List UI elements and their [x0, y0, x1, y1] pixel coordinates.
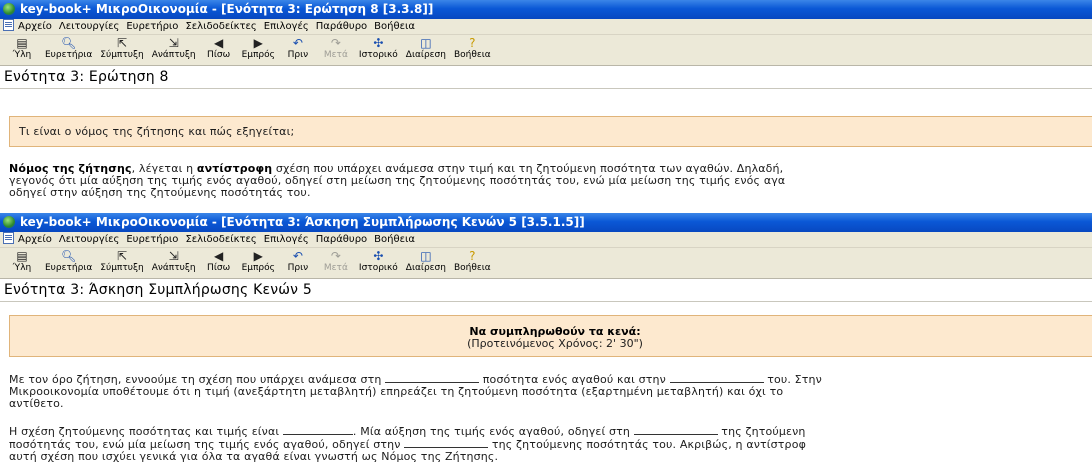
- window-title: key-book+ ΜικροΟικονομία - [Ενότητα 3: Ε…: [20, 2, 434, 16]
- toolbar-button-help[interactable]: ? Βοήθεια: [451, 35, 494, 62]
- question-box: Τι είναι ο νόμος της ζήτησης και πώς εξη…: [9, 116, 1092, 147]
- help-icon: ?: [469, 36, 476, 50]
- menu-window[interactable]: Παράθυρο: [316, 232, 367, 247]
- redo-icon: ↷: [330, 249, 341, 263]
- toolbar-button-expand[interactable]: ⇲ Ανάπτυξη: [149, 248, 199, 275]
- toolbar-button-split[interactable]: ◫ Διαίρεση: [403, 248, 449, 275]
- title-bar[interactable]: key-book+ ΜικροΟικονομία - [Ενότητα 3: Ε…: [0, 0, 1092, 19]
- toolbar: ▤ Ύλη 🔍︎ Ευρετήρια ⇱ Σύμπτυξη ⇲ Ανάπτυξη ◀ Πί…: [0, 248, 1092, 279]
- window-fill-blanks-5: key-book+ ΜικροΟικονομία - [Ενότητα 3: Ά…: [0, 213, 1092, 467]
- book-icon: ▤: [16, 36, 28, 50]
- menu-file[interactable]: Αρχείο: [18, 232, 52, 247]
- toolbar-button-indexes[interactable]: 🔍︎ Ευρετήρια: [42, 35, 95, 62]
- question-text: Τι είναι ο νόμος της ζήτησης και πώς εξη…: [19, 125, 295, 138]
- toolbar-button-collapse[interactable]: ⇱ Σύμπτυξη: [97, 35, 146, 62]
- help-icon: ?: [469, 249, 476, 263]
- toolbar-button-help[interactable]: ? Βοήθεια: [451, 248, 494, 275]
- menu-help[interactable]: Βοήθεια: [374, 19, 415, 34]
- toolbar: ▤ Ύλη 🔍︎ Ευρετήρια ⇱ Σύμπτυξη ⇲ Ανάπτυξη ◀ Πί…: [0, 35, 1092, 66]
- forward-arrow-icon: ▶: [253, 249, 263, 263]
- answer-line-3: οδηγεί στην αύξηση της ζητούμενης ποσότη…: [9, 186, 311, 199]
- answer-text: Νόμος της ζήτησης, λέγεται η αντίστροφη …: [9, 163, 1089, 199]
- history-icon: ✣: [373, 249, 384, 263]
- toolbar-button-undo[interactable]: ↶ Πριν: [280, 35, 316, 62]
- document-icon[interactable]: [3, 19, 14, 31]
- app-logo-icon: [3, 3, 15, 15]
- document-icon[interactable]: [3, 232, 14, 244]
- window-title: key-book+ ΜικροΟικονομία - [Ενότητα 3: Ά…: [20, 215, 585, 229]
- menu-bar: Αρχείο Λειτουργίες Ευρετήριο Σελιδοδείκτες Ε…: [0, 232, 1092, 248]
- app-logo-icon: [3, 216, 15, 228]
- toolbar-button-back[interactable]: ◀ Πίσω: [201, 35, 237, 62]
- instruction-time: (Προτεινόμενος Χρόνος: 2' 30"): [467, 337, 643, 350]
- menu-functions[interactable]: Λειτουργίες: [59, 232, 119, 247]
- menu-bookmarks[interactable]: Σελιδοδείκτες: [185, 232, 256, 247]
- redo-icon: ↷: [330, 36, 341, 50]
- toolbar-button-split[interactable]: ◫ Διαίρεση: [403, 35, 449, 62]
- forward-arrow-icon: ▶: [253, 36, 263, 50]
- menu-options[interactable]: Επιλογές: [264, 19, 309, 34]
- title-bar[interactable]: key-book+ ΜικροΟικονομία - [Ενότητα 3: Ά…: [0, 213, 1092, 232]
- toolbar-button-redo[interactable]: ↷ Μετά: [318, 248, 354, 275]
- expand-icon: ⇲: [168, 36, 179, 50]
- toolbar-button-contents[interactable]: ▤ Ύλη: [4, 248, 40, 275]
- menu-bar: Αρχείο Λειτουργίες Ευρετήριο Σελιδοδείκτες Ε…: [0, 19, 1092, 35]
- toolbar-button-undo[interactable]: ↶ Πριν: [280, 248, 316, 275]
- toolbar-button-history[interactable]: ✣ Ιστορικό: [356, 248, 401, 275]
- collapse-icon: ⇱: [116, 249, 128, 263]
- instruction-box: Να συμπληρωθούν τα κενά: (Προτεινόμενος …: [9, 315, 1092, 357]
- back-arrow-icon: ◀: [213, 36, 224, 50]
- undo-icon: ↶: [292, 36, 303, 50]
- menu-index[interactable]: Ευρετήριο: [126, 232, 178, 247]
- undo-icon: ↶: [292, 249, 303, 263]
- back-arrow-icon: ◀: [213, 249, 224, 263]
- blank-input-3[interactable]: [282, 425, 353, 435]
- menu-bookmarks[interactable]: Σελιδοδείκτες: [185, 19, 256, 34]
- toolbar-button-indexes[interactable]: 🔍︎ Ευρετήρια: [42, 248, 95, 275]
- blank-input-4[interactable]: [633, 425, 718, 435]
- toolbar-button-contents[interactable]: ▤ Ύλη: [4, 35, 40, 62]
- toolbar-button-forward[interactable]: ▶ Εμπρός: [239, 35, 278, 62]
- split-window-icon: ◫: [420, 36, 432, 50]
- search-icon: 🔍︎: [61, 36, 77, 50]
- blank-input-2[interactable]: [669, 373, 764, 383]
- toolbar-button-back[interactable]: ◀ Πίσω: [201, 248, 237, 275]
- menu-help[interactable]: Βοήθεια: [374, 232, 415, 247]
- toolbar-button-forward[interactable]: ▶ Εμπρός: [239, 248, 278, 275]
- menu-functions[interactable]: Λειτουργίες: [59, 19, 119, 34]
- history-icon: ✣: [373, 36, 384, 50]
- page-title: Ενότητα 3: Ερώτηση 8: [0, 66, 1092, 89]
- collapse-icon: ⇱: [116, 36, 128, 50]
- toolbar-button-redo[interactable]: ↷ Μετά: [318, 35, 354, 62]
- search-icon: 🔍︎: [61, 249, 77, 263]
- toolbar-button-collapse[interactable]: ⇱ Σύμπτυξη: [97, 248, 146, 275]
- menu-index[interactable]: Ευρετήριο: [126, 19, 178, 34]
- paragraph-1: Με τον όρο ζήτηση, εννοούμε τη σχέση που…: [9, 373, 822, 410]
- blank-input-5[interactable]: [404, 438, 489, 448]
- menu-options[interactable]: Επιλογές: [264, 232, 309, 247]
- blank-input-1[interactable]: [385, 373, 480, 383]
- toolbar-button-expand[interactable]: ⇲ Ανάπτυξη: [149, 35, 199, 62]
- book-icon: ▤: [16, 249, 28, 263]
- menu-window[interactable]: Παράθυρο: [316, 19, 367, 34]
- split-window-icon: ◫: [420, 249, 432, 263]
- expand-icon: ⇲: [168, 249, 179, 263]
- page-title: Ενότητα 3: Άσκηση Συμπλήρωσης Κενών 5: [0, 279, 1092, 302]
- window-question-8: key-book+ ΜικροΟικονομία - [Ενότητα 3: Ε…: [0, 0, 1092, 213]
- paragraph-2: Η σχέση ζητούμενης ποσότητας και τιμής ε…: [9, 425, 806, 463]
- menu-file[interactable]: Αρχείο: [18, 19, 52, 34]
- toolbar-button-history[interactable]: ✣ Ιστορικό: [356, 35, 401, 62]
